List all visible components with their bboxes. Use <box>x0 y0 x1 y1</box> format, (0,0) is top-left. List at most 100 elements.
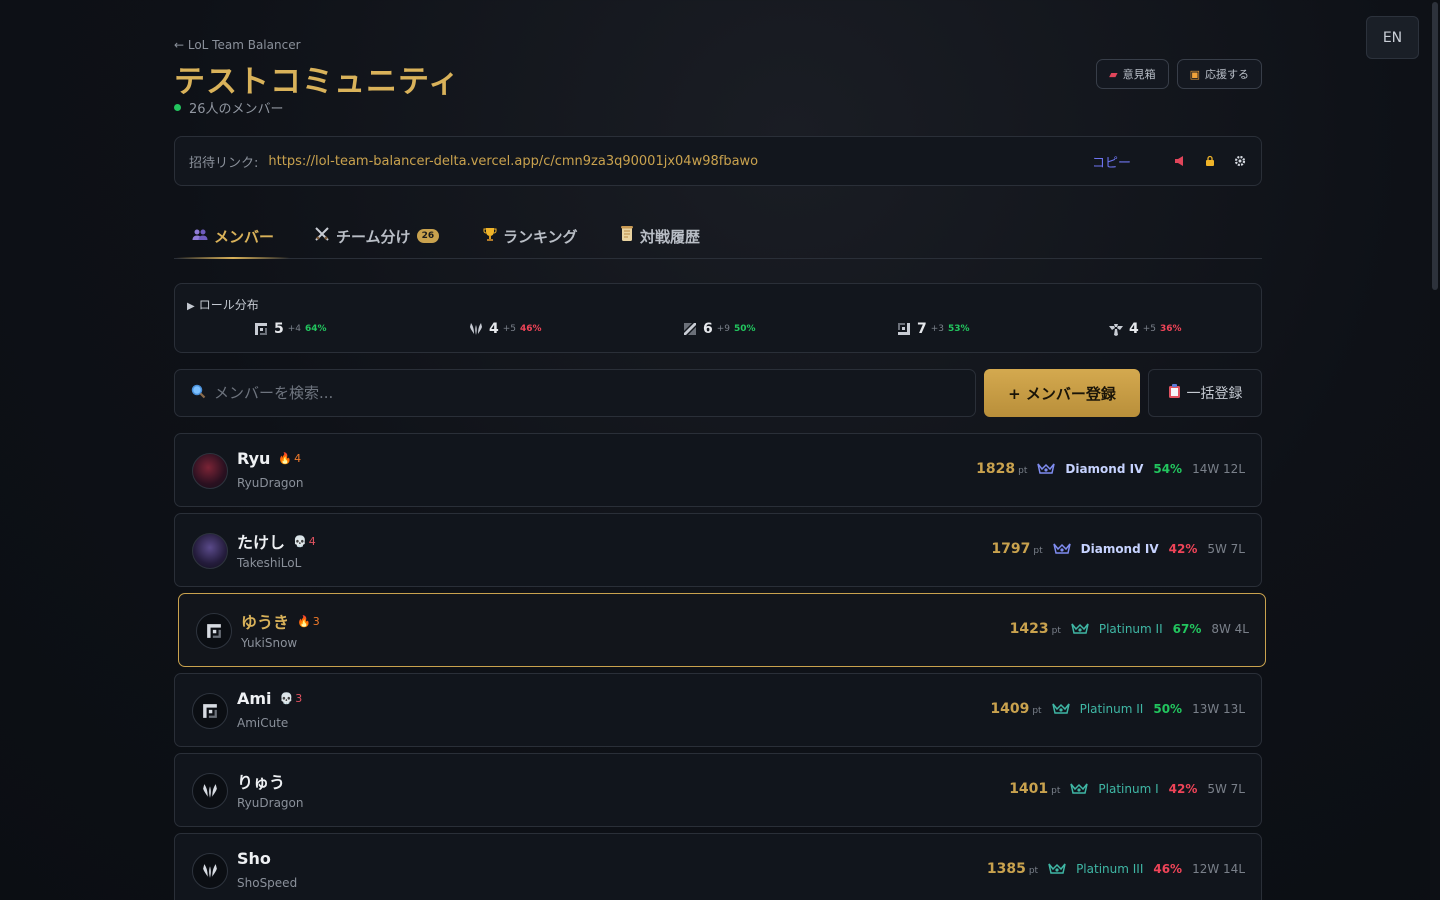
gift-icon: ▣ <box>1189 67 1200 81</box>
points-value: 1409 <box>990 701 1030 717</box>
streak-count: 4 <box>308 534 316 548</box>
member-search-bar <box>174 369 976 417</box>
rank-emblem-icon <box>1071 623 1089 634</box>
back-link[interactable]: ← LoL Team Balancer <box>174 38 301 52</box>
tab-match-history[interactable]: 対戦履歴 <box>620 214 700 258</box>
member-win-loss: 5W 7L <box>1207 542 1245 556</box>
member-win-rate: 50% <box>1153 702 1183 716</box>
scrollbar[interactable] <box>1430 0 1440 900</box>
role-bot-plus: +3 <box>930 324 945 334</box>
member-row[interactable]: りゅう RyuDragon 1401 pt Platinum I 42% 5W 7… <box>174 753 1262 827</box>
member-tier: Platinum I <box>1098 782 1159 796</box>
member-row[interactable]: Ryu 🔥 4 RyuDragon 1828 pt Diamond IV 54% … <box>174 433 1262 507</box>
points-value: 1401 <box>1009 781 1049 797</box>
top-role-icon <box>192 693 228 729</box>
tab-team-split-label: チーム分け <box>336 227 411 246</box>
mid-role-icon <box>684 323 696 335</box>
bot-role-icon <box>898 323 910 335</box>
add-member-button[interactable]: + メンバー登録 <box>984 369 1140 417</box>
rank-emblem-icon <box>1070 783 1089 794</box>
streak-badge: 🔥 3 <box>297 615 320 628</box>
role-distribution-toggle[interactable]: ▶ ロール分布 <box>187 296 259 313</box>
member-row[interactable]: ゆうき 🔥 3 YukiSnow 1423 pt Platinum II 67% … <box>178 593 1266 667</box>
role-stat-top: 5 +4 64% <box>254 321 327 337</box>
top-role-icon <box>255 323 267 335</box>
member-row[interactable]: Sho ShoSpeed 1385 pt Platinum III 46% 12W… <box>174 833 1262 900</box>
member-name: りゅう <box>237 769 285 793</box>
points-unit: pt <box>1032 706 1042 716</box>
role-distribution-panel: ▶ ロール分布 5 +4 64% 4 +5 46% 6 +9 50% 7 +3 5… <box>174 283 1262 353</box>
scroll-icon <box>620 226 634 246</box>
member-riot-id: RyuDragon <box>237 796 304 810</box>
rank-emblem-icon <box>1048 863 1066 874</box>
gear-icon[interactable] <box>1233 154 1247 168</box>
role-jungle-plus: +5 <box>502 324 517 334</box>
member-riot-id: TakeshiLoL <box>237 556 302 570</box>
online-dot-icon <box>174 104 181 111</box>
member-name-text: Ryu <box>237 449 271 468</box>
rank-emblem-icon <box>1051 703 1070 714</box>
member-tier: Platinum II <box>1079 702 1144 716</box>
member-name: Sho <box>237 849 271 868</box>
member-name-text: Ami <box>237 689 272 708</box>
team-split-count-badge: 26 <box>416 229 440 243</box>
support-role-icon <box>1109 324 1123 336</box>
top-role-icon <box>196 613 232 649</box>
streak-badge: 💀 4 <box>293 535 316 548</box>
member-row[interactable]: たけし 💀 4 TakeshiLoL 1797 pt Diamond IV 42%… <box>174 513 1262 587</box>
jungle-role-icon <box>470 323 482 335</box>
support-button[interactable]: ▣ 応援する <box>1176 59 1262 89</box>
role-mid-count: 6 <box>703 321 713 337</box>
tab-team-split[interactable]: チーム分け 26 <box>314 214 440 258</box>
header-actions: ▰ 意見箱 ▣ 応援する <box>1096 59 1262 89</box>
role-stat-mid: 6 +9 50% <box>683 321 756 337</box>
member-name: Ryu 🔥 4 <box>237 449 301 468</box>
member-win-rate: 67% <box>1172 622 1202 636</box>
role-stat-jungle: 4 +5 46% <box>469 321 542 337</box>
language-toggle-button[interactable]: EN <box>1366 16 1419 59</box>
tab-ranking[interactable]: ランキング <box>483 214 578 258</box>
role-support-count: 4 <box>1129 321 1139 337</box>
scrollbar-thumb[interactable] <box>1432 2 1438 290</box>
role-top-count: 5 <box>274 321 284 337</box>
member-tier: Diamond IV <box>1065 462 1144 476</box>
lock-icon[interactable] <box>1203 154 1217 168</box>
role-jungle-pct: 46% <box>520 324 542 334</box>
points-value: 1797 <box>991 541 1031 557</box>
member-win-rate: 42% <box>1168 542 1198 556</box>
role-support-plus: +5 <box>1142 324 1157 334</box>
streak-badge: 💀 3 <box>280 692 303 705</box>
crossed-swords-icon <box>314 226 330 246</box>
avatar <box>192 533 228 569</box>
role-support-pct: 36% <box>1160 324 1182 334</box>
feedback-box-button[interactable]: ▰ 意見箱 <box>1096 59 1169 89</box>
role-stat-bot: 7 +3 53% <box>897 321 970 337</box>
member-points: 1409 pt <box>990 701 1041 717</box>
skull-icon: 💀 <box>293 534 307 548</box>
member-count-label: 26人のメンバー <box>189 102 284 117</box>
bulk-register-button[interactable]: 一括登録 <box>1148 369 1262 417</box>
invite-link-url[interactable]: https://lol-team-balancer-delta.vercel.a… <box>268 154 1092 169</box>
skull-icon: 💀 <box>279 692 294 705</box>
copy-button[interactable]: コピー <box>1092 152 1131 171</box>
fire-icon: 🔥 <box>297 614 311 628</box>
streak-count: 4 <box>294 452 302 465</box>
tab-members[interactable]: メンバー <box>175 214 291 259</box>
avatar <box>192 453 228 489</box>
member-points: 1423 pt <box>1010 621 1061 637</box>
member-row[interactable]: Ami 💀 3 AmiCute 1409 pt Platinum II 50% 1… <box>174 673 1262 747</box>
rank-emblem-icon <box>1037 463 1056 474</box>
megaphone-icon[interactable] <box>1173 154 1187 168</box>
member-search-input[interactable] <box>214 384 914 402</box>
people-icon <box>192 228 208 245</box>
member-tier: Platinum III <box>1076 862 1144 876</box>
role-bot-count: 7 <box>917 321 927 337</box>
member-win-rate: 42% <box>1168 782 1198 796</box>
member-stats: 1385 pt Platinum III 46% 12W 14L <box>987 861 1245 877</box>
bulk-register-label: 一括登録 <box>1186 386 1243 402</box>
clipboard-icon <box>1168 384 1181 402</box>
member-riot-id: YukiSnow <box>241 636 298 650</box>
tab-members-label: メンバー <box>214 227 275 246</box>
member-name: ゆうき 🔥 3 <box>241 609 320 633</box>
points-unit: pt <box>1033 546 1043 556</box>
